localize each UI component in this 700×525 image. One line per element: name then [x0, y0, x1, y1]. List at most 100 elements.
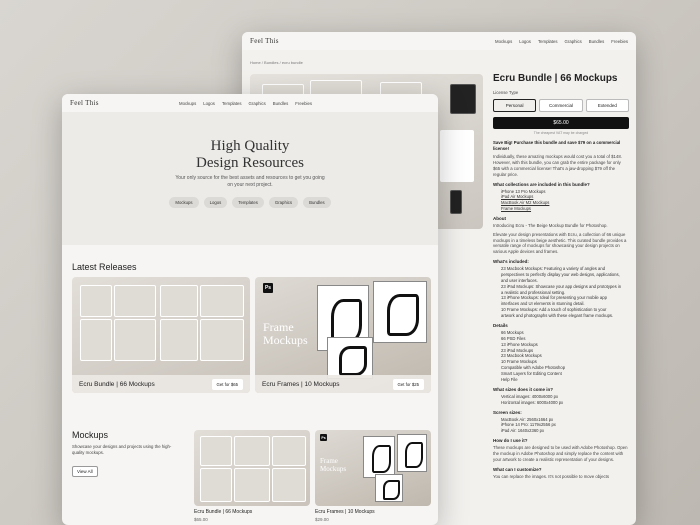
nav-links: Mockups Logos Templates Graphics Bundles…: [495, 39, 628, 44]
frame-mockup: [397, 434, 427, 472]
card-tile: [114, 285, 156, 317]
hero-subtitle: Your only source for the best assets and…: [62, 175, 438, 189]
chip-graphics[interactable]: Graphics: [268, 197, 299, 208]
release-card-ecru-frames[interactable]: Ps Frame Mockups Ecru Frames | 10 Mockup…: [255, 277, 431, 393]
nav-mockups[interactable]: Mockups: [179, 101, 196, 106]
license-options: Personal Commercial Extended: [493, 98, 629, 112]
nav-freebies[interactable]: Freebies: [611, 39, 628, 44]
card-overlay-text: Frame Mockups: [320, 457, 347, 473]
included-item: 23 iPad Mockups: Showcase your app desig…: [501, 284, 629, 290]
nav-graphics[interactable]: Graphics: [249, 101, 266, 106]
card-tile: [200, 436, 232, 466]
included-heading: What's included:: [493, 259, 529, 265]
customize-text: You can replace the images. It's not pos…: [493, 473, 610, 479]
included-item: perspectives to perfectly display your w…: [501, 271, 620, 277]
top-nav: Feel This Mockups Logos Templates Graphi…: [242, 32, 636, 50]
hero-subtitle-line: on your next project.: [227, 182, 273, 188]
iphone-mockup: [450, 190, 462, 214]
breadcrumb-sep: /: [279, 60, 281, 65]
hero-section: High Quality Design Resources Your only …: [62, 112, 438, 245]
mockup-item-title[interactable]: Ecru Frames | 10 Mockups: [315, 509, 375, 515]
included-item: artwork and photographs with these elega…: [501, 313, 614, 319]
breadcrumb: Home / Bundles / ecru bundle: [250, 60, 303, 65]
nav-templates[interactable]: Templates: [222, 101, 242, 106]
mockup-item-price: $65.00: [194, 517, 208, 522]
mockups-heading: Mockups: [72, 430, 109, 440]
ipad-mockup: [450, 84, 476, 114]
nav-logos[interactable]: Logos: [203, 101, 215, 106]
customize-heading: What can I customize?: [493, 466, 542, 472]
card-tile: [114, 319, 156, 361]
chip-bundles[interactable]: Bundles: [303, 197, 331, 208]
hero-title-line: High Quality: [210, 138, 290, 154]
card-tile: [160, 319, 198, 361]
license-extended[interactable]: Extended: [585, 98, 629, 112]
card-tile: [234, 468, 270, 502]
frame-mockup: [375, 474, 403, 502]
collections-heading: What collections are included in this bu…: [493, 181, 590, 187]
overlay-line: Frame: [263, 320, 294, 334]
product-title: Ecru Bundle | 66 Mockups: [493, 73, 618, 84]
screen-item: iPad Air: 1640x2360 px: [501, 428, 629, 434]
photoshop-icon: Ps: [263, 283, 273, 293]
get-button[interactable]: Get for $65: [211, 378, 243, 390]
vat-note: The cheapest VAT may be charged: [533, 130, 589, 135]
nav-logos[interactable]: Logos: [519, 39, 531, 44]
mockup-item-ecru-frames[interactable]: Ps Frame Mockups: [315, 430, 431, 506]
collections-list: iPhone 13 Pro Mockups iPad Air Mockups M…: [493, 189, 629, 213]
sizes-heading: What sizes does it come in?: [493, 386, 554, 392]
top-nav: Feel This Mockups Logos Templates Graphi…: [62, 94, 438, 112]
save-text: Save Big! Purchase this bundle and save …: [493, 139, 621, 151]
buy-button[interactable]: $65.00: [493, 116, 629, 129]
nav-graphics[interactable]: Graphics: [565, 39, 582, 44]
nav-templates[interactable]: Templates: [538, 39, 558, 44]
card-tile: [200, 319, 244, 361]
hero-title: High Quality Design Resources: [62, 138, 438, 171]
breadcrumb-current: ecru bundle: [281, 60, 303, 65]
mockup-item-ecru-bundle[interactable]: [194, 430, 310, 506]
breadcrumb-bundles[interactable]: Bundles: [264, 60, 278, 65]
hero-title-line: Design Resources: [196, 154, 304, 171]
nav-links: Mockups Logos Templates Graphics Bundles…: [179, 101, 312, 106]
license-label: License Type: [493, 90, 519, 95]
card-title: Ecru Frames | 10 Mockups: [262, 380, 340, 388]
card-title: Ecru Bundle | 66 Mockups: [79, 380, 155, 388]
screens-heading: Screen sizes:: [493, 409, 522, 415]
release-card-ecru-bundle[interactable]: Ecru Bundle | 66 Mockups Get for $65: [72, 277, 250, 393]
get-button[interactable]: Get for $25: [392, 378, 424, 390]
chip-mockups[interactable]: Mockups: [169, 197, 199, 208]
nav-freebies[interactable]: Freebies: [295, 101, 312, 106]
about-heading: About: [493, 216, 506, 222]
screens-list: MacBook Air: 2560x1664 px iPhone 14 Pro:…: [493, 417, 629, 435]
chip-logos[interactable]: Logos: [203, 197, 228, 208]
view-all-button[interactable]: View All: [72, 466, 98, 477]
license-commercial[interactable]: Commercial: [539, 98, 583, 112]
card-tile: [272, 436, 306, 466]
home-window: Feel This Mockups Logos Templates Graphi…: [62, 94, 438, 525]
site-logo[interactable]: Feel This: [70, 99, 99, 107]
license-personal[interactable]: Personal: [493, 98, 537, 112]
nav-bundles[interactable]: Bundles: [589, 39, 605, 44]
size-item: Horizontal images: 6000x4000 px: [501, 400, 629, 406]
howuse-text: These mockups are designed to be used wi…: [493, 445, 628, 462]
about-body: Elevate your design presentations with E…: [493, 231, 627, 255]
mockup-item-title[interactable]: Ecru Bundle | 66 Mockups: [194, 509, 252, 515]
nav-mockups[interactable]: Mockups: [495, 39, 512, 44]
frame-mockup: [373, 281, 427, 343]
card-tile: [234, 436, 270, 466]
description: Individually, these amazing mockups woul…: [493, 154, 622, 177]
gallery-tile: [440, 130, 474, 182]
frame-mockup: [363, 436, 395, 478]
detail-item: Help File: [501, 377, 629, 383]
product-panel: Ecru Bundle | 66 Mockups License Type Pe…: [493, 72, 629, 479]
site-logo[interactable]: Feel This: [250, 37, 279, 45]
breadcrumb-home[interactable]: Home: [250, 60, 261, 65]
collection-link[interactable]: Frame Mockups: [501, 206, 629, 212]
overlay-line: Mockups: [263, 333, 308, 348]
mockups-desc: Showcase your designs and projects using…: [72, 444, 172, 455]
nav-bundles[interactable]: Bundles: [273, 101, 289, 106]
overlay-line: Mockups: [320, 464, 347, 473]
chip-templates[interactable]: Templates: [232, 197, 264, 208]
mockup-item-price: $29.00: [315, 517, 329, 522]
frame-mockup: [327, 337, 373, 379]
